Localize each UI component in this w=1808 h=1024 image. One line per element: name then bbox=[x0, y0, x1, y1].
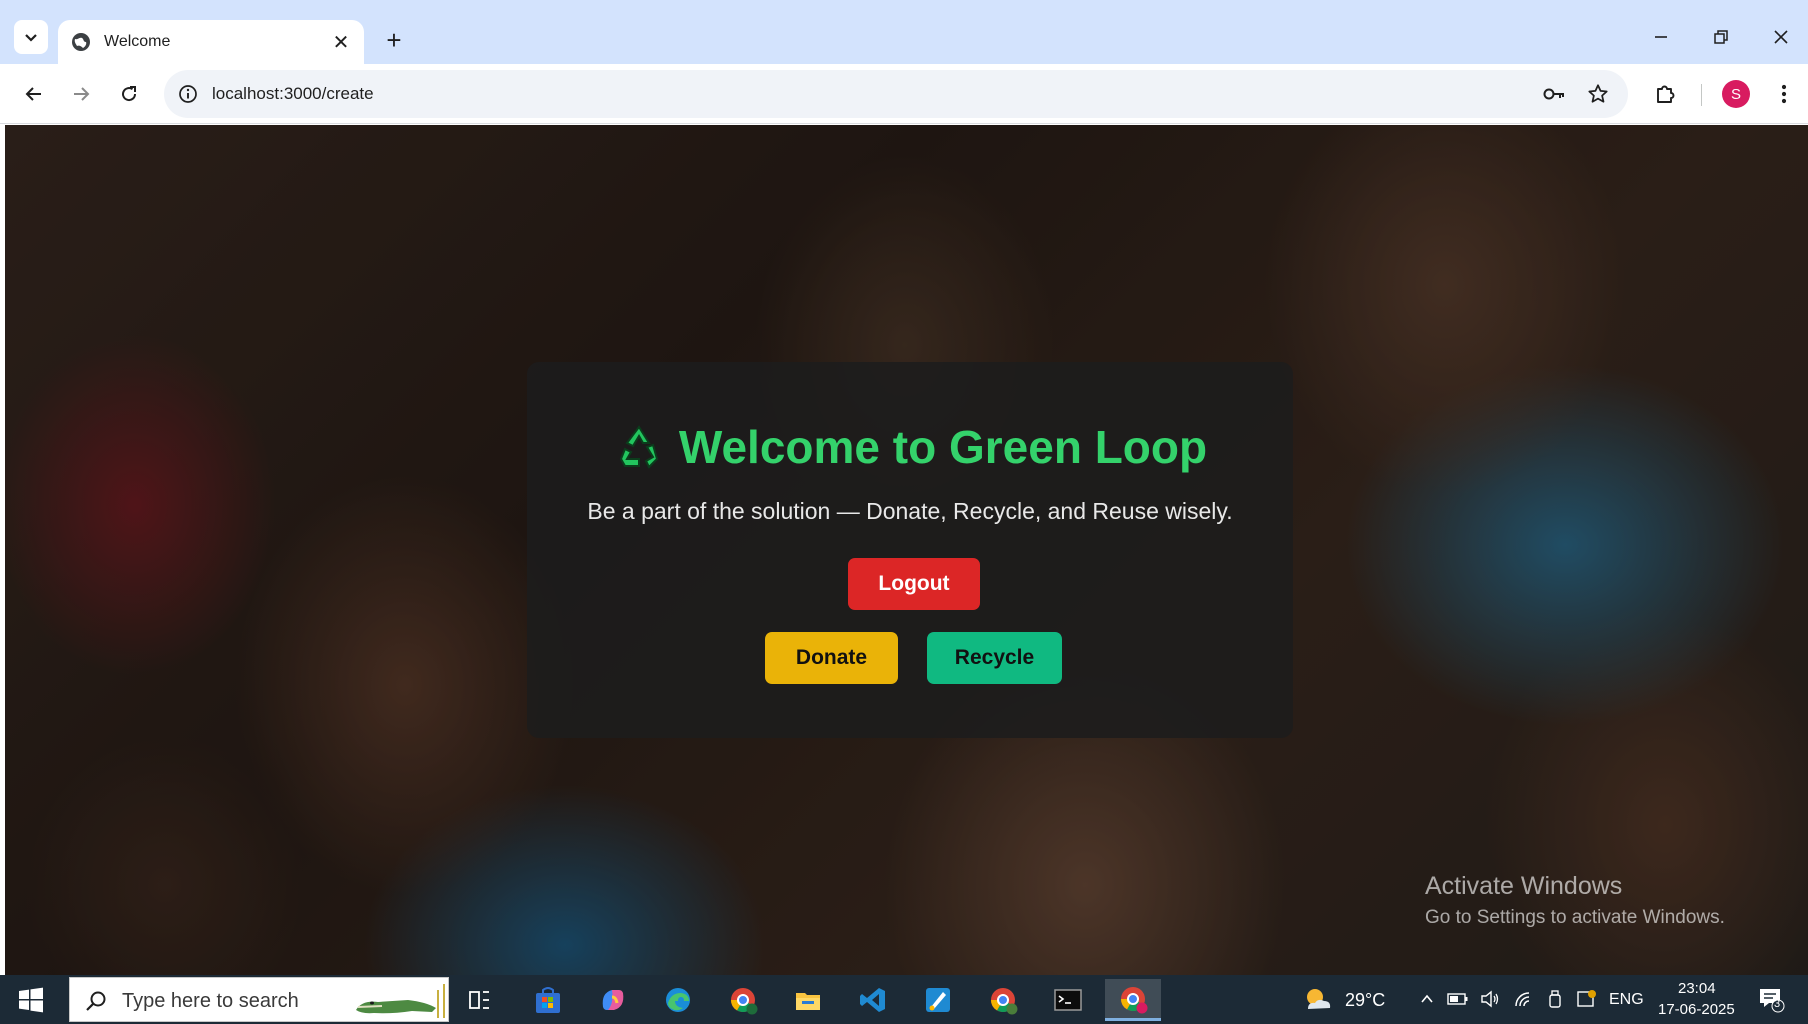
site-info-button[interactable] bbox=[176, 82, 200, 106]
taskbar-chrome-active[interactable] bbox=[1105, 979, 1161, 1021]
taskbar-chrome-profile-n[interactable] bbox=[975, 979, 1031, 1021]
notifications-button[interactable]: 3 bbox=[1756, 984, 1786, 1014]
wifi-icon bbox=[1515, 992, 1530, 1007]
close-icon bbox=[1774, 30, 1788, 44]
restore-icon bbox=[1714, 30, 1728, 44]
shield-alert-icon bbox=[1577, 990, 1596, 1007]
page-viewport: Welcome to Green Loop Be a part of the s… bbox=[5, 125, 1808, 975]
battery-icon bbox=[1447, 993, 1468, 1005]
profile-avatar[interactable]: S bbox=[1722, 80, 1750, 108]
copilot-icon bbox=[602, 990, 624, 1010]
page-subtitle: Be a part of the solution — Donate, Recy… bbox=[587, 498, 1233, 524]
tab-title: Welcome bbox=[104, 33, 171, 50]
activate-windows-subtitle: Go to Settings to activate Windows. bbox=[1425, 907, 1725, 928]
taskbar-vscode-app[interactable] bbox=[845, 979, 901, 1021]
vscode-icon bbox=[860, 988, 885, 1012]
taskbar-paint-app[interactable] bbox=[910, 979, 966, 1021]
network-tray-button[interactable] bbox=[1512, 988, 1534, 1010]
chrome-icon bbox=[991, 988, 1018, 1015]
usb-device-icon bbox=[1549, 990, 1561, 1008]
store-icon bbox=[536, 987, 560, 1013]
extensions-button[interactable] bbox=[1649, 78, 1681, 110]
chevron-up-icon bbox=[1421, 994, 1433, 1003]
windows-start-icon[interactable] bbox=[18, 987, 44, 1013]
speaker-icon bbox=[1481, 990, 1499, 1008]
page-title: Welcome to Green Loop bbox=[678, 421, 1208, 473]
minimize-button[interactable] bbox=[1633, 18, 1689, 56]
donate-button[interactable]: Donate bbox=[765, 632, 898, 684]
activate-windows-title: Activate Windows bbox=[1425, 872, 1623, 900]
clock-time[interactable]: 23:04 bbox=[1678, 980, 1716, 997]
minimize-icon bbox=[1655, 36, 1667, 38]
forward-button[interactable] bbox=[61, 74, 101, 114]
bookmark-button[interactable] bbox=[1584, 80, 1612, 108]
tab-welcome[interactable]: Welcome ✕ bbox=[58, 20, 364, 64]
tab-strip: Welcome ✕ + bbox=[0, 0, 1808, 64]
task-view-icon bbox=[469, 991, 489, 1009]
taskbar-chrome-profile-s[interactable] bbox=[715, 979, 771, 1021]
windows-taskbar: Type here to search 29°C ENG 23:04 17-06… bbox=[0, 975, 1808, 1024]
taskbar-search-placeholder: Type here to search bbox=[122, 990, 299, 1012]
terminal-icon bbox=[1054, 989, 1082, 1011]
address-bar[interactable]: localhost:3000/create bbox=[164, 70, 1628, 118]
browser-toolbar: localhost:3000/create bbox=[0, 64, 1808, 124]
task-view-button[interactable] bbox=[452, 979, 508, 1021]
taskbar-copilot-app[interactable] bbox=[585, 979, 641, 1021]
info-icon bbox=[179, 85, 197, 103]
chevron-down-icon bbox=[25, 34, 37, 42]
reload-icon bbox=[122, 86, 137, 102]
paint-icon bbox=[926, 988, 950, 1012]
tab-close-icon[interactable]: ✕ bbox=[330, 30, 352, 55]
activate-windows-watermark: Activate Windows Go to Settings to activ… bbox=[1425, 872, 1725, 929]
taskbar-edge-app[interactable] bbox=[650, 979, 706, 1021]
weather-temperature[interactable]: 29°C bbox=[1345, 990, 1385, 1011]
welcome-card: Welcome to Green Loop Be a part of the s… bbox=[527, 362, 1293, 738]
back-button[interactable] bbox=[14, 74, 54, 114]
browser-menu-button[interactable] bbox=[1768, 78, 1800, 110]
chrome-icon bbox=[1121, 986, 1148, 1013]
volume-tray-button[interactable] bbox=[1479, 988, 1501, 1010]
security-tray-button[interactable] bbox=[1576, 988, 1598, 1010]
edge-icon bbox=[666, 988, 690, 1012]
toolbar-separator bbox=[1701, 84, 1702, 106]
device-tray-button[interactable] bbox=[1544, 988, 1566, 1010]
restore-button[interactable] bbox=[1693, 18, 1749, 56]
notification-count: 3 bbox=[1774, 998, 1781, 1010]
chrome-icon bbox=[731, 988, 758, 1015]
show-hidden-icons-button[interactable] bbox=[1416, 988, 1438, 1010]
folder-icon bbox=[796, 993, 820, 1010]
notification-icon bbox=[1760, 989, 1785, 1013]
tab-search-button[interactable] bbox=[14, 20, 48, 54]
battery-tray-button[interactable] bbox=[1447, 988, 1469, 1010]
taskbar-terminal-app[interactable] bbox=[1040, 979, 1096, 1021]
logout-button[interactable]: Logout bbox=[848, 558, 980, 610]
taskbar-file-explorer[interactable] bbox=[780, 979, 836, 1021]
clock-date[interactable]: 17-06-2025 bbox=[1658, 1001, 1735, 1018]
new-tab-button[interactable]: + bbox=[376, 22, 412, 58]
window-close-button[interactable] bbox=[1753, 18, 1808, 56]
crocodile-illustration-icon bbox=[356, 984, 445, 1018]
arrow-left-icon bbox=[25, 87, 41, 101]
recycle-icon bbox=[619, 425, 659, 469]
password-manager-button[interactable] bbox=[1540, 80, 1568, 108]
input-language[interactable]: ENG bbox=[1609, 991, 1644, 1009]
url-text[interactable]: localhost:3000/create bbox=[212, 84, 374, 104]
star-icon bbox=[1588, 84, 1608, 103]
taskbar-store-app[interactable] bbox=[520, 979, 576, 1021]
page-title-row: Welcome to Green Loop bbox=[527, 420, 1293, 474]
puzzle-icon bbox=[1657, 85, 1675, 103]
taskbar-search-box[interactable]: Type here to search bbox=[69, 977, 449, 1022]
arrow-right-icon bbox=[74, 87, 90, 101]
search-icon bbox=[86, 991, 106, 1011]
weather-icon[interactable] bbox=[1302, 985, 1334, 1015]
key-icon bbox=[1543, 88, 1564, 100]
globe-icon bbox=[72, 33, 90, 51]
reload-button[interactable] bbox=[109, 74, 149, 114]
kebab-menu-icon bbox=[1781, 84, 1787, 104]
recycle-button[interactable]: Recycle bbox=[927, 632, 1062, 684]
